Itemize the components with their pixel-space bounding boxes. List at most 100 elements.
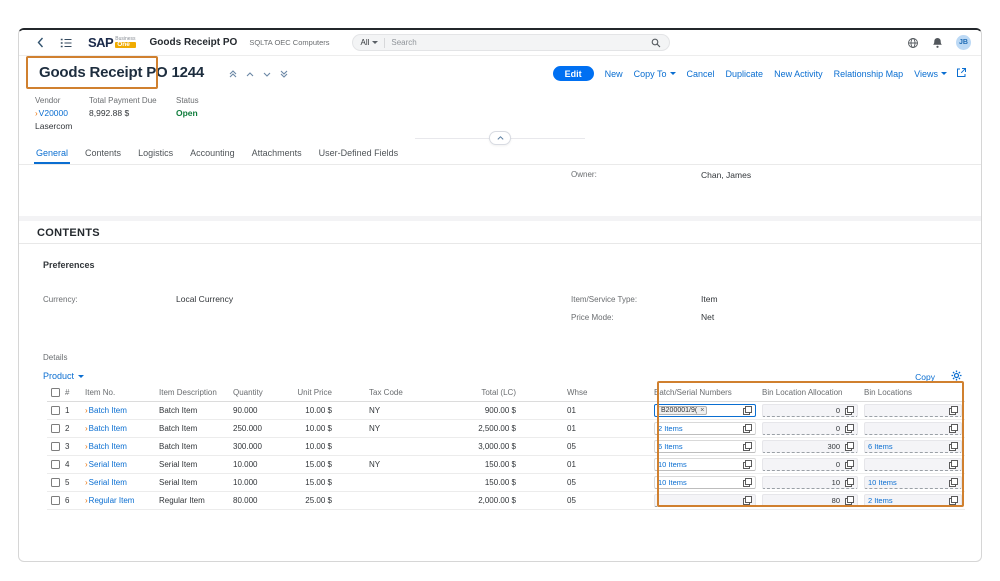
bin-locations-link[interactable]: 6 Items xyxy=(868,442,893,451)
value-help-icon[interactable] xyxy=(845,496,854,505)
product-dropdown[interactable]: Product xyxy=(43,371,84,381)
batch-serial-field[interactable]: 10 Items xyxy=(654,458,756,471)
views-button[interactable]: Views xyxy=(914,69,947,79)
open-in-new-icon[interactable] xyxy=(956,67,967,78)
value-help-icon[interactable] xyxy=(743,406,752,415)
search-bar[interactable]: All Search xyxy=(352,34,670,51)
notifications-bell-icon[interactable] xyxy=(932,37,943,49)
divider xyxy=(384,38,385,48)
value-help-icon[interactable] xyxy=(949,460,958,469)
row-checkbox[interactable] xyxy=(51,406,60,415)
bin-allocation-value: 10 xyxy=(832,478,840,487)
copy-button[interactable]: Copy xyxy=(915,372,935,382)
bin-locations-field[interactable]: 10 Items xyxy=(864,476,962,489)
bin-locations-field[interactable]: 6 Items xyxy=(864,440,962,453)
value-help-icon[interactable] xyxy=(949,496,958,505)
first-record-icon[interactable] xyxy=(229,70,237,78)
bin-locations-link[interactable]: 10 Items xyxy=(868,478,897,487)
item-no-link[interactable]: Batch Item xyxy=(89,406,127,415)
back-icon[interactable] xyxy=(37,37,44,48)
bin-locations-link[interactable]: 2 Items xyxy=(868,496,893,505)
value-help-icon[interactable] xyxy=(845,424,854,433)
value-help-icon[interactable] xyxy=(949,406,958,415)
tab-contents[interactable]: Contents xyxy=(83,146,123,164)
batch-serial-field[interactable]: 2 Items xyxy=(654,422,756,435)
checkbox-cell xyxy=(47,437,63,455)
table-row: 2›Batch ItemBatch Item250.00010.00 $NY2,… xyxy=(47,419,965,437)
bin-allocation-field[interactable]: 80 xyxy=(762,494,858,507)
value-help-icon[interactable] xyxy=(949,424,958,433)
value-help-icon[interactable] xyxy=(743,478,752,487)
last-record-icon[interactable] xyxy=(280,70,288,78)
bin-locations-field[interactable]: 2 Items xyxy=(864,494,962,507)
item-no-link[interactable]: Regular Item xyxy=(89,496,135,505)
tab-user-defined-fields[interactable]: User-Defined Fields xyxy=(317,146,401,164)
new-activity-button[interactable]: New Activity xyxy=(774,69,823,79)
bin-allocation-field[interactable]: 0 xyxy=(762,404,858,417)
batch-serial-field[interactable]: 6 Items xyxy=(654,440,756,453)
batch-serial-link[interactable]: 6 Items xyxy=(658,442,683,451)
value-help-icon[interactable] xyxy=(845,460,854,469)
row-checkbox[interactable] xyxy=(51,424,60,433)
tab-accounting[interactable]: Accounting xyxy=(188,146,237,164)
value-help-icon[interactable] xyxy=(743,460,752,469)
search-input[interactable]: Search xyxy=(391,38,644,47)
bin-locations-field[interactable] xyxy=(864,458,962,471)
value-help-icon[interactable] xyxy=(743,442,752,451)
user-avatar[interactable]: JB xyxy=(956,35,971,50)
new-button[interactable]: New xyxy=(605,69,623,79)
status-label: Status xyxy=(176,96,199,105)
batch-serial-field[interactable]: 10 Items xyxy=(654,476,756,489)
value-help-icon[interactable] xyxy=(949,478,958,487)
table-settings-gear-icon[interactable] xyxy=(951,370,962,381)
price-mode-label: Price Mode: xyxy=(571,313,614,322)
duplicate-button[interactable]: Duplicate xyxy=(726,69,764,79)
relationship-map-button[interactable]: Relationship Map xyxy=(834,69,904,79)
row-checkbox[interactable] xyxy=(51,496,60,505)
item-no-link[interactable]: Serial Item xyxy=(89,460,127,469)
batch-serial-field[interactable] xyxy=(654,494,756,507)
value-help-icon[interactable] xyxy=(845,478,854,487)
link-arrow-icon: › xyxy=(85,460,88,469)
batch-serial-link[interactable]: 2 Items xyxy=(658,424,683,433)
item-no-link[interactable]: Batch Item xyxy=(89,442,127,451)
bin-allocation-field[interactable]: 0 xyxy=(762,422,858,435)
previous-record-icon[interactable] xyxy=(246,72,254,77)
bin-allocation-field[interactable]: 10 xyxy=(762,476,858,489)
next-record-icon[interactable] xyxy=(263,72,271,77)
search-icon[interactable] xyxy=(651,38,661,48)
tab-attachments[interactable]: Attachments xyxy=(250,146,304,164)
value-help-icon[interactable] xyxy=(743,424,752,433)
search-scope-select[interactable]: All xyxy=(361,38,379,47)
bin-locations-field[interactable] xyxy=(864,404,962,417)
bin-allocation-field[interactable]: 0 xyxy=(762,458,858,471)
batch-token[interactable]: B200001/9(× xyxy=(658,406,707,415)
batch-serial-link[interactable]: 10 Items xyxy=(658,460,687,469)
row-checkbox[interactable] xyxy=(51,478,60,487)
edit-button[interactable]: Edit xyxy=(553,66,594,81)
value-help-icon[interactable] xyxy=(845,442,854,451)
batch-serial-link[interactable]: 10 Items xyxy=(658,478,687,487)
vendor-code-link[interactable]: V20000 xyxy=(39,108,68,118)
collapse-header-button[interactable] xyxy=(489,131,511,145)
total-lc-cell: 150.00 $ xyxy=(459,473,559,491)
cancel-button[interactable]: Cancel xyxy=(687,69,715,79)
bin-allocation-field[interactable]: 300 xyxy=(762,440,858,453)
item-no-link[interactable]: Batch Item xyxy=(89,424,127,433)
remove-token-icon[interactable]: × xyxy=(700,407,704,414)
value-help-icon[interactable] xyxy=(743,496,752,505)
item-no-link[interactable]: Serial Item xyxy=(89,478,127,487)
select-all-checkbox[interactable] xyxy=(51,388,60,397)
value-help-icon[interactable] xyxy=(949,442,958,451)
row-checkbox[interactable] xyxy=(51,460,60,469)
bin-locations-field[interactable] xyxy=(864,422,962,435)
batch-serial-field[interactable]: B200001/9(× xyxy=(654,404,756,417)
tab-logistics[interactable]: Logistics xyxy=(136,146,175,164)
bin-allocation-value: 0 xyxy=(836,424,840,433)
list-menu-icon[interactable] xyxy=(60,38,72,48)
tab-general[interactable]: General xyxy=(34,146,70,164)
copy-to-button[interactable]: Copy To xyxy=(634,69,676,79)
row-checkbox[interactable] xyxy=(51,442,60,451)
globe-icon[interactable] xyxy=(907,37,919,49)
value-help-icon[interactable] xyxy=(845,406,854,415)
